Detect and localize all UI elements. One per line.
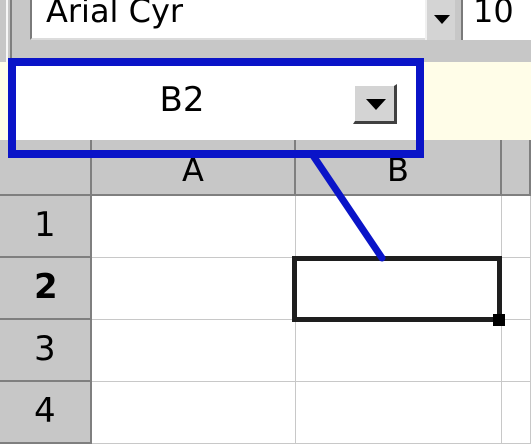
annotation-connector-line <box>308 150 386 262</box>
